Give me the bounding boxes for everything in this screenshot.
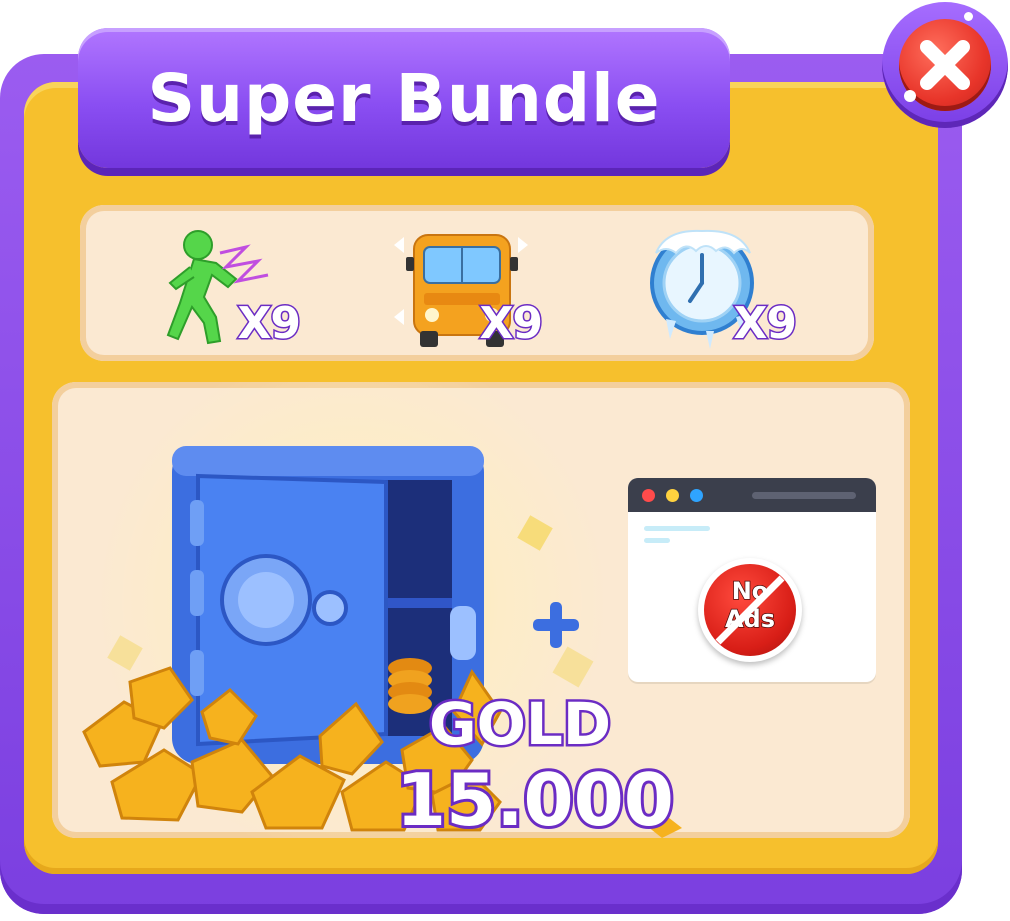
close-button[interactable]	[882, 2, 1008, 128]
plus-icon	[533, 602, 579, 648]
window-dot-blue	[690, 489, 703, 502]
booster-multiplier: X9	[478, 297, 545, 351]
booster-bus: X9	[392, 223, 545, 353]
gold-currency-label: GOLD	[426, 688, 613, 761]
address-bar	[752, 492, 856, 499]
content-line	[644, 538, 670, 543]
sparkle-dot	[964, 12, 973, 21]
browser-titlebar	[628, 478, 876, 512]
sparkle-dot	[904, 90, 916, 102]
booster-speed: X9	[150, 223, 303, 353]
booster-multiplier: X9	[732, 297, 799, 351]
title-banner: Super Bundle	[78, 28, 730, 168]
no-ads-badge: No Ads	[698, 558, 802, 662]
prohibit-slash	[715, 575, 785, 645]
content-line	[644, 526, 710, 531]
gold-amount: 15.000	[393, 755, 677, 845]
boosters-row: X9 X9 X9	[80, 205, 874, 361]
booster-freeze: X9	[646, 223, 799, 353]
window-dot-yellow	[666, 489, 679, 502]
window-dot-red	[642, 489, 655, 502]
no-ads-icon: No Ads	[704, 564, 796, 656]
no-ads-browser: No Ads	[628, 478, 876, 682]
popup-title: Super Bundle	[147, 59, 661, 137]
booster-multiplier: X9	[236, 297, 303, 351]
